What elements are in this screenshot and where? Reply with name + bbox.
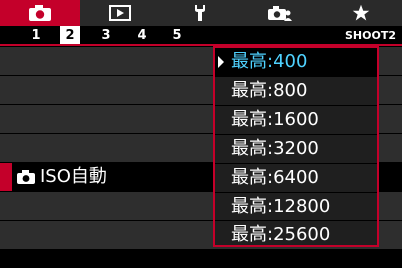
- page-3[interactable]: 3: [96, 26, 116, 46]
- menu-title: SHOOT2: [345, 29, 396, 42]
- option-label: 最高:400: [231, 51, 308, 72]
- wrench-icon: [195, 5, 205, 21]
- tab-shooting[interactable]: [0, 0, 80, 26]
- camera-icon: [29, 5, 51, 21]
- camera-user-icon: [268, 6, 292, 21]
- tab-playback[interactable]: [80, 0, 160, 26]
- page-5[interactable]: 5: [167, 26, 187, 46]
- pointer-icon: [218, 56, 224, 68]
- option-label: 最高:3200: [231, 138, 319, 159]
- option-label: 最高:800: [231, 80, 308, 101]
- option-800[interactable]: 最高:800: [215, 76, 377, 104]
- tab-setup[interactable]: [160, 0, 240, 26]
- tab-custom[interactable]: [240, 0, 320, 26]
- page-selector: 1 2 3 4 5 SHOOT2: [0, 26, 402, 46]
- page-2[interactable]: 2: [60, 26, 80, 46]
- option-6400[interactable]: 最高:6400: [215, 163, 377, 191]
- selection-marker: [0, 163, 12, 191]
- star-icon: [352, 4, 370, 21]
- option-label: 最高:12800: [231, 196, 331, 217]
- option-1600[interactable]: 最高:1600: [215, 105, 377, 133]
- option-label: 最高:25600: [231, 224, 331, 245]
- option-400[interactable]: 最高:400: [215, 48, 377, 76]
- option-25600[interactable]: 最高:25600: [215, 220, 377, 248]
- option-12800[interactable]: 最高:12800: [215, 192, 377, 220]
- option-label: 最高:1600: [231, 109, 319, 130]
- camera-icon: [17, 170, 35, 184]
- option-label: 最高:6400: [231, 167, 319, 188]
- tab-mymenu[interactable]: [320, 0, 402, 26]
- option-3200[interactable]: 最高:3200: [215, 134, 377, 162]
- page-1[interactable]: 1: [26, 26, 46, 46]
- iso-max-dropdown: 最高:400 最高:800 最高:1600 最高:3200 最高:6400 最高…: [213, 46, 379, 247]
- menu-item-label: ISO自動: [40, 166, 107, 187]
- playback-icon: [109, 5, 131, 21]
- page-4[interactable]: 4: [132, 26, 152, 46]
- tab-bar: [0, 0, 402, 26]
